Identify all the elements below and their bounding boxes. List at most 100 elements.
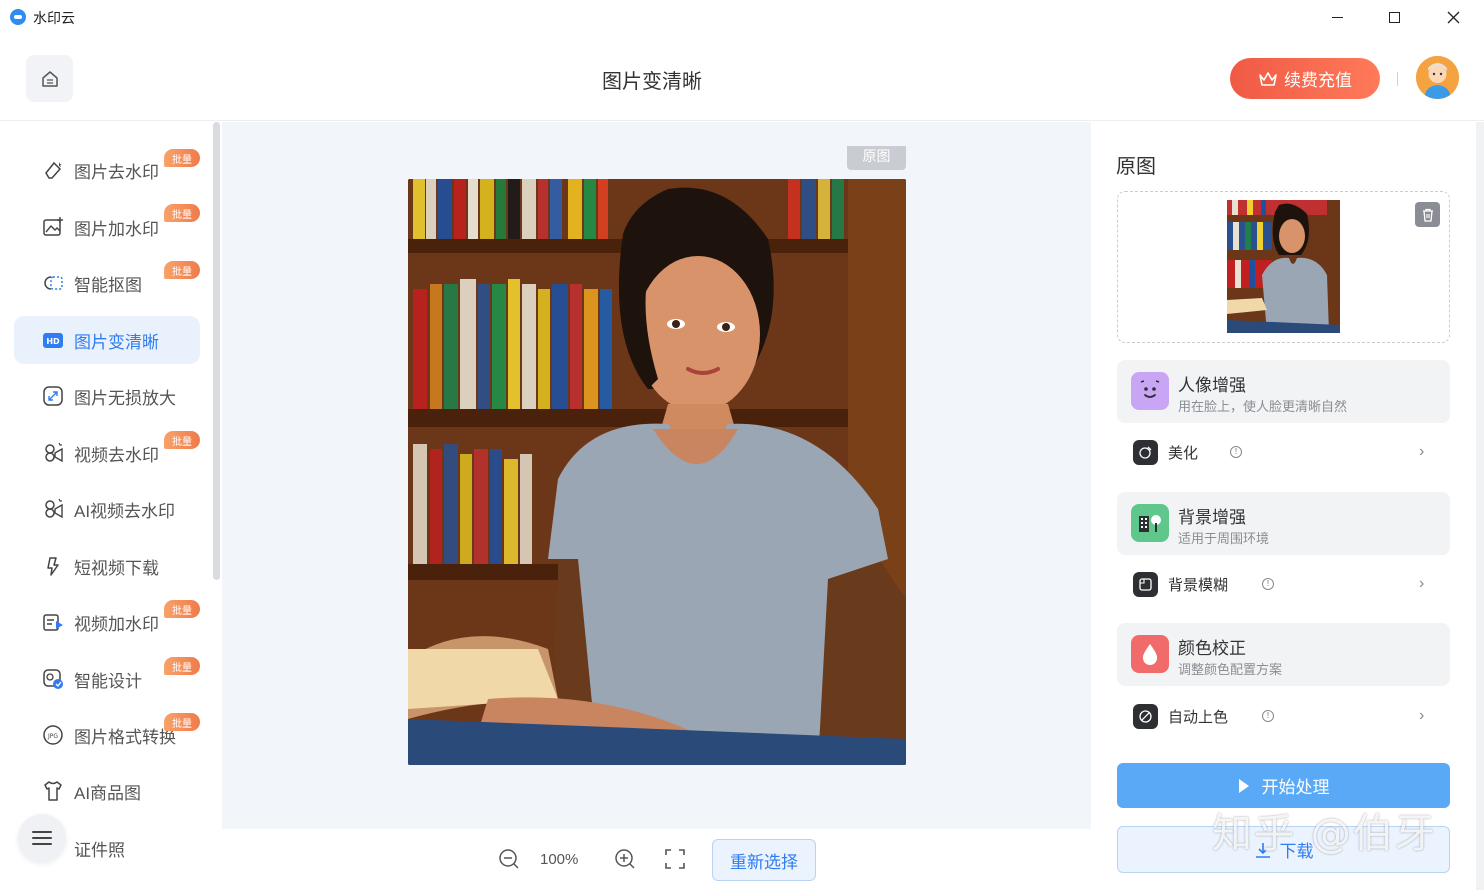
sidebar-item-label: 证件照 [74, 840, 125, 860]
info-icon[interactable]: ! [1262, 710, 1274, 722]
preview-image [408, 179, 906, 765]
image-watermark: 知乎 @伯牙 [1212, 811, 1437, 857]
play-icon [1238, 778, 1249, 793]
crown-icon [1259, 71, 1277, 86]
tshirt-icon [42, 780, 64, 802]
video-add-icon [42, 611, 64, 633]
sidebar-item-image-sharpen[interactable]: HD 图片变清晰 [14, 316, 200, 364]
app-logo-icon [10, 9, 26, 25]
card-subtitle: 调整颜色配置方案 [1178, 662, 1283, 677]
sidebar-scrollbar[interactable] [213, 122, 220, 580]
link-download-icon [42, 555, 64, 577]
sidebar-item-label: AI视频去水印 [74, 501, 176, 521]
maximize-icon [1388, 11, 1400, 23]
image-add-icon [42, 216, 64, 238]
window-title: 水印云 [33, 10, 75, 26]
eraser-icon [42, 159, 64, 181]
minimize-button[interactable] [1314, 0, 1360, 34]
close-icon [1447, 11, 1459, 23]
menu-toggle-button[interactable] [18, 814, 66, 862]
right-panel-scrollbar[interactable] [1476, 122, 1484, 890]
chevron-right-icon: › [1419, 575, 1425, 592]
card-subtitle: 适用于周围环境 [1178, 531, 1270, 546]
hd-icon: HD [42, 329, 64, 351]
card-title: 背景增强 [1178, 508, 1246, 527]
batch-badge: 批量 [164, 600, 200, 618]
maximize-button[interactable] [1371, 0, 1417, 34]
avatar-icon [1416, 56, 1459, 99]
batch-badge: 批量 [164, 149, 200, 167]
color-correction-card[interactable]: 颜色校正 调整颜色配置方案 [1117, 623, 1450, 686]
card-title: 人像增强 [1178, 376, 1246, 395]
sidebar-item-label: 图片变清晰 [74, 332, 159, 352]
canvas-toolbar: 100% 重新选择 [222, 829, 1091, 890]
renew-button[interactable]: 续费充值 [1230, 58, 1380, 99]
chevron-right-icon: › [1419, 707, 1425, 724]
design-icon [42, 668, 64, 690]
beautify-option[interactable]: 美化 ! › [1117, 430, 1450, 474]
sidebar-item-lossless-enlarge[interactable]: 图片无损放大 [14, 372, 200, 420]
sidebar-item-label: 智能抠图 [74, 275, 142, 295]
sidebar-item-label: AI商品图 [74, 783, 142, 803]
zoom-level: 100% [540, 851, 579, 868]
colorize-icon [1133, 703, 1158, 729]
svg-text:JPG: JPG [47, 733, 58, 740]
sidebar-item-label: 图片去水印 [74, 162, 159, 182]
video-eraser-icon [42, 442, 64, 464]
panel-title: 原图 [1116, 156, 1156, 178]
app-header: 图片变清晰 续费充值 [0, 34, 1484, 121]
header-divider [1397, 72, 1398, 86]
option-label: 美化 [1168, 444, 1199, 462]
fullscreen-icon [665, 849, 685, 869]
close-button[interactable] [1430, 0, 1476, 34]
sidebar-item-label: 视频加水印 [74, 614, 159, 634]
option-label: 背景模糊 [1168, 576, 1229, 594]
drop-icon [1131, 635, 1169, 673]
auto-colorize-option[interactable]: 自动上色 ! › [1117, 694, 1450, 738]
background-enhance-card[interactable]: 背景增强 适用于周围环境 [1117, 492, 1450, 555]
original-tag: 原图 [847, 146, 906, 170]
sidebar-item-label: 视频去水印 [74, 445, 159, 465]
sidebar-item-label: 图片无损放大 [74, 388, 176, 408]
batch-badge: 批量 [164, 431, 200, 449]
renew-label: 续费充值 [1284, 71, 1352, 90]
sidebar-item-label: 图片格式转换 [74, 727, 176, 747]
sidebar-item-label: 短视频下载 [74, 558, 159, 578]
batch-badge: 批量 [164, 657, 200, 675]
sidebar: 图片去水印 批量 图片加水印 批量 智能抠图 批量 HD 图片变清晰 图片无损放… [0, 122, 222, 890]
reselect-button[interactable]: 重新选择 [712, 839, 816, 881]
portrait-enhance-card[interactable]: 人像增强 用在脸上，使人脸更清晰自然 [1117, 360, 1450, 423]
building-icon [1131, 504, 1169, 542]
start-label: 开始处理 [1261, 778, 1330, 797]
cutout-icon [42, 272, 64, 294]
menu-icon [32, 831, 52, 845]
fit-screen-button[interactable] [663, 847, 687, 871]
window-titlebar: 水印云 [0, 0, 1484, 34]
original-image-box[interactable] [1117, 191, 1450, 343]
page-title: 图片变清晰 [602, 71, 702, 93]
zoom-in-button[interactable] [613, 847, 637, 871]
info-icon[interactable]: ! [1230, 446, 1242, 458]
format-convert-icon: JPG [42, 724, 64, 746]
original-thumbnail [1227, 200, 1340, 333]
right-panel: 原图 人像增强 用在脸上，使人脸更清晰自然 美化 ! › 背景增强 适用于周围环… [1091, 122, 1484, 890]
sidebar-item-ai-product-image[interactable]: AI商品图 [14, 767, 200, 815]
delete-image-button[interactable] [1415, 202, 1440, 227]
batch-badge: 批量 [164, 204, 200, 222]
trash-icon [1422, 208, 1433, 222]
beauty-icon [1133, 439, 1158, 465]
preview-canvas: 原图 [222, 122, 1091, 829]
blur-icon [1133, 571, 1158, 597]
user-avatar[interactable] [1416, 56, 1459, 99]
card-title: 颜色校正 [1178, 639, 1246, 658]
sidebar-item-short-video-download[interactable]: 短视频下载 [14, 542, 200, 590]
chevron-right-icon: › [1419, 443, 1425, 460]
sidebar-item-label: 图片加水印 [74, 219, 159, 239]
zoom-out-button[interactable] [497, 847, 521, 871]
zoom-out-icon [499, 849, 519, 869]
background-blur-option[interactable]: 背景模糊 ! › [1117, 562, 1450, 606]
sidebar-item-ai-video-watermark-remove[interactable]: AI视频去水印 [14, 485, 200, 533]
info-icon[interactable]: ! [1262, 578, 1274, 590]
enlarge-icon [42, 385, 64, 407]
svg-text:HD: HD [46, 337, 60, 346]
